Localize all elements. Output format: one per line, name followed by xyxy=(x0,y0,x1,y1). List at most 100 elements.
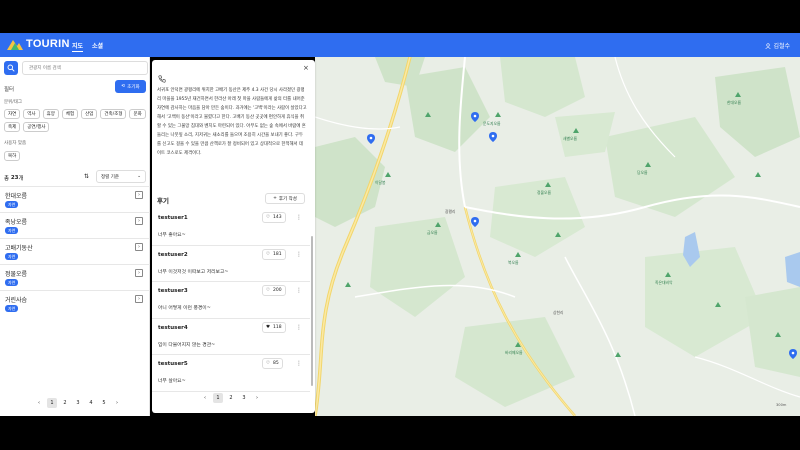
map-place-label: 금오름 xyxy=(427,230,438,235)
nav-map[interactable]: 지도 xyxy=(72,41,84,52)
category-label: 분위/태그 xyxy=(4,100,23,105)
open-detail-icon[interactable]: › xyxy=(135,269,143,277)
heart-outline-icon: ♡ xyxy=(266,215,271,220)
review-user: testuser2 xyxy=(158,251,188,258)
review-text: 아니 어떻게 이런 풍경이~ xyxy=(158,306,211,311)
page-button[interactable]: 4 xyxy=(86,398,96,408)
prev-page-icon[interactable]: ‹ xyxy=(200,393,210,403)
review-text: 너무 이것저것 이따보고 저리보고~ xyxy=(158,269,229,275)
like-button[interactable]: ♡ 143 xyxy=(262,212,286,223)
more-vertical-icon[interactable]: ⋮ xyxy=(296,214,302,221)
place-description: 서귀포 안덕면 광평리에 위치한 고배기 동산은 제주 4.3 사건 당시 사라… xyxy=(157,88,307,156)
review-user: testuser5 xyxy=(158,361,188,367)
category-tags: 자연 역사 휴양 체험 산업 건축/조형 문화 축제 공연/행사 xyxy=(4,109,146,132)
tag-custom[interactable]: 복하 xyxy=(4,151,21,161)
like-count: 118 xyxy=(273,324,282,330)
review-text: 너무 살아요~ xyxy=(158,379,186,384)
map-place-label: 이달봉 xyxy=(375,180,386,185)
page-button[interactable]: 3 xyxy=(239,393,249,403)
place-list: 한대오름 자연 › 족낭오름 자연 › 고배기동산 자연 › 정물오름 자연 ›… xyxy=(0,186,150,316)
mountain-logo-icon xyxy=(7,40,23,50)
user-name: 김철수 xyxy=(773,43,790,50)
nav-social[interactable]: 소셜 xyxy=(92,41,103,50)
like-button[interactable]: ♡ 181 xyxy=(262,248,286,260)
top-navbar: TOURIN 지도 소셜 김철수 xyxy=(0,33,800,57)
open-detail-icon[interactable]: › xyxy=(135,217,143,225)
like-count: 200 xyxy=(273,288,282,293)
heart-outline-icon: ♡ xyxy=(266,251,271,257)
place-name: 족낭오름 xyxy=(5,219,28,226)
list-item[interactable]: 족낭오름 자연 › xyxy=(0,212,150,238)
list-item[interactable]: 정물오름 자연 › xyxy=(0,264,150,290)
page-button[interactable]: 3 xyxy=(73,398,83,408)
tag-rest[interactable]: 휴양 xyxy=(42,109,59,119)
review-pagination: ‹ 1 2 3 › xyxy=(200,393,262,403)
like-count: 181 xyxy=(273,251,282,257)
search-row xyxy=(4,61,148,75)
next-page-icon[interactable]: › xyxy=(252,393,262,403)
map-canvas xyxy=(315,57,800,416)
tag-performance[interactable]: 공연/행사 xyxy=(23,122,50,132)
more-vertical-icon[interactable]: ⋮ xyxy=(296,360,302,367)
tag-culture[interactable]: 문화 xyxy=(129,109,146,119)
next-page-icon[interactable]: › xyxy=(112,398,122,408)
close-icon[interactable]: × xyxy=(303,64,309,72)
page-button[interactable]: 5 xyxy=(99,398,109,408)
like-button[interactable]: ♡ 85 xyxy=(262,358,283,369)
like-button[interactable]: ♥ 118 xyxy=(262,321,286,333)
map-place-label: 새별오름 xyxy=(563,136,577,141)
heart-outline-icon: ♡ xyxy=(266,361,271,366)
write-review-button[interactable]: + 후기 작성 xyxy=(265,193,305,204)
review-user: testuser4 xyxy=(158,324,188,331)
tag-experience[interactable]: 체험 xyxy=(61,109,79,119)
page-button[interactable]: 1 xyxy=(47,398,57,408)
sidebar-pagination: ‹ 1 2 3 4 5 › xyxy=(34,398,122,408)
list-item[interactable]: 한대오름 자연 › xyxy=(0,186,150,212)
user-menu[interactable]: 김철수 xyxy=(765,41,790,50)
tag-industry[interactable]: 산업 xyxy=(81,109,98,119)
like-button[interactable]: ♡ 200 xyxy=(262,285,286,296)
user-icon xyxy=(765,42,772,49)
phone-icon[interactable] xyxy=(158,75,166,83)
list-item[interactable]: 고배기동산 자연 › xyxy=(0,238,150,264)
review-user: testuser3 xyxy=(158,288,188,294)
tag-architecture[interactable]: 건축/조형 xyxy=(100,109,127,119)
chevron-down-icon: ⌄ xyxy=(137,174,141,179)
more-vertical-icon[interactable]: ⋮ xyxy=(296,251,302,258)
reset-button[interactable]: ⟲ 초기화 xyxy=(115,80,146,93)
review-item: testuser1 ♡ 143 ⋮ 너무 좋아요~ xyxy=(152,209,310,246)
tag-nature[interactable]: 자연 xyxy=(4,109,21,119)
place-name: 한대오름 xyxy=(5,193,28,200)
sort-icon[interactable]: ⇅ xyxy=(84,173,89,180)
open-detail-icon[interactable]: › xyxy=(135,295,143,303)
place-badge: 자연 xyxy=(5,201,19,208)
open-detail-icon[interactable]: › xyxy=(135,191,143,199)
more-vertical-icon[interactable]: ⋮ xyxy=(296,287,302,294)
brand-logo[interactable]: TOURIN xyxy=(6,37,70,51)
map-view[interactable]: 문도지오름 새별오름 이달봉 금오름 북오름 정물오름 당오름 한대오름 광평리… xyxy=(315,57,800,416)
map-place-label: 당오름 xyxy=(637,170,648,175)
search-input[interactable] xyxy=(22,61,148,75)
page-button[interactable]: 2 xyxy=(226,393,236,403)
place-name: 정물오름 xyxy=(5,271,28,278)
panel-scrollbar[interactable] xyxy=(311,236,313,386)
sort-select[interactable]: 정렬 기준 ⌄ xyxy=(96,170,146,183)
prev-page-icon[interactable]: ‹ xyxy=(34,398,44,408)
count-prefix: 총 xyxy=(4,176,10,182)
list-item[interactable]: 거린사슴 자연 › xyxy=(0,290,150,316)
reset-label: 초기화 xyxy=(127,84,140,90)
reviews-title: 후기 xyxy=(157,197,169,205)
search-button[interactable] xyxy=(4,61,18,75)
open-detail-icon[interactable]: › xyxy=(135,243,143,251)
search-icon xyxy=(7,64,15,72)
like-count: 85 xyxy=(273,361,279,366)
page-button[interactable]: 1 xyxy=(213,393,223,403)
review-item: testuser2 ♡ 181 ⋮ 너무 이것저것 이따보고 저리보고~ xyxy=(152,246,310,282)
plus-icon: + xyxy=(273,196,277,201)
tag-history[interactable]: 역사 xyxy=(23,109,40,119)
more-vertical-icon[interactable]: ⋮ xyxy=(296,324,302,331)
tag-festival[interactable]: 축제 xyxy=(4,122,21,132)
page-button[interactable]: 2 xyxy=(60,398,70,408)
review-item: testuser5 ♡ 85 ⋮ 너무 살아요~ xyxy=(152,355,310,392)
count-suffix: 개 xyxy=(18,176,24,182)
